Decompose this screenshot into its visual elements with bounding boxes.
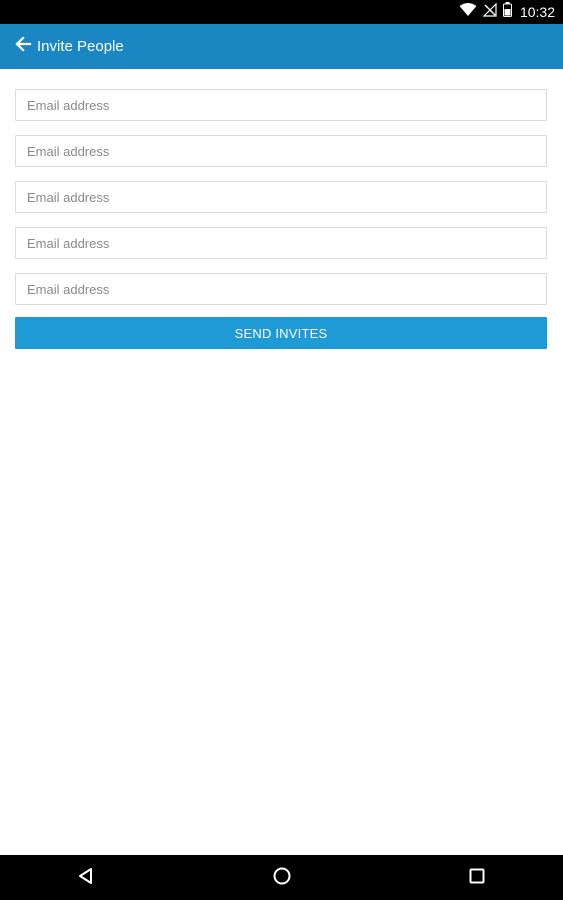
nav-home-button[interactable] xyxy=(267,863,297,893)
invite-form: SEND INVITES xyxy=(15,89,547,349)
email-field-2[interactable] xyxy=(15,135,547,167)
navigation-bar xyxy=(0,855,563,900)
back-button[interactable] xyxy=(8,32,38,62)
battery-icon xyxy=(502,2,512,22)
send-invites-button[interactable]: SEND INVITES xyxy=(15,317,547,349)
arrow-back-icon xyxy=(14,35,32,58)
status-icons: 10:32 xyxy=(459,0,555,24)
back-triangle-icon xyxy=(77,867,95,890)
email-field-3[interactable] xyxy=(15,181,547,213)
nav-back-button[interactable] xyxy=(71,863,101,893)
no-signal-icon xyxy=(482,2,497,22)
home-circle-icon xyxy=(272,866,292,891)
screen: 10:32 Invite People SEND INVITES xyxy=(0,0,563,900)
email-field-1[interactable] xyxy=(15,89,547,121)
page-title: Invite People xyxy=(37,38,124,55)
nav-recents-button[interactable] xyxy=(462,863,492,893)
email-field-4[interactable] xyxy=(15,227,547,259)
recents-square-icon xyxy=(468,867,486,890)
status-bar: 10:32 xyxy=(0,0,563,24)
wifi-icon xyxy=(459,2,477,22)
email-field-5[interactable] xyxy=(15,273,547,305)
app-bar: Invite People xyxy=(0,24,563,69)
status-time: 10:32 xyxy=(519,4,555,20)
